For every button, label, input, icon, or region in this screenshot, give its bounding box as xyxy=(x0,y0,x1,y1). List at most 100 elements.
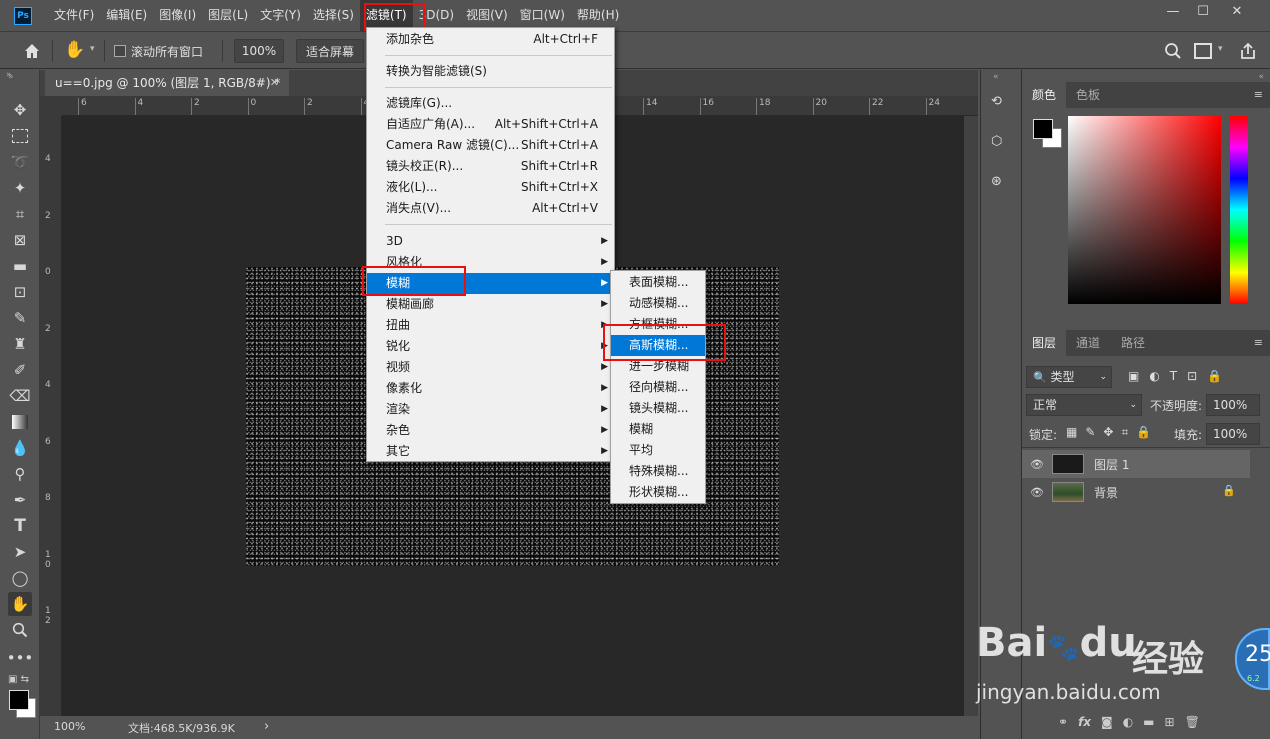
menu-motion-blur[interactable]: 动感模糊... xyxy=(611,293,705,314)
tab-paths[interactable]: 路径 xyxy=(1111,330,1155,356)
eraser-tool-icon[interactable]: ⌫ xyxy=(8,384,32,408)
panel-menu-icon[interactable]: ≡ xyxy=(1254,336,1263,349)
opacity-field[interactable]: 100% xyxy=(1206,394,1260,416)
hue-slider[interactable] xyxy=(1230,116,1248,304)
tab-layers[interactable]: 图层 xyxy=(1022,330,1067,356)
menu-blur-gallery[interactable]: 模糊画廊 ▶ xyxy=(367,294,614,315)
more-tools-icon[interactable]: ••• xyxy=(7,646,34,670)
menu-simple-blur[interactable]: 模糊 xyxy=(611,419,705,440)
hand-tool-icon[interactable]: ✋ xyxy=(8,592,32,616)
menu-add-noise[interactable]: 添加杂色 Alt+Ctrl+F xyxy=(367,29,614,50)
menu-distort[interactable]: 扭曲 ▶ xyxy=(367,315,614,336)
menu-lens-blur[interactable]: 镜头模糊... xyxy=(611,398,705,419)
menu-adaptive-wide-angle[interactable]: 自适应广角(A)... Alt+Shift+Ctrl+A xyxy=(367,114,614,135)
chevron-down-icon[interactable]: ▾ xyxy=(1218,44,1223,54)
menu-3d[interactable]: 3D ▶ xyxy=(367,231,614,252)
foreground-color-swatch[interactable] xyxy=(9,690,29,710)
type-tool-icon[interactable]: T xyxy=(8,514,32,538)
workspace-icon[interactable] xyxy=(1194,43,1212,59)
3d-panel-icon[interactable]: ⬡ xyxy=(991,134,1013,154)
menu-convert-smart-filter[interactable]: 转换为智能滤镜(S) xyxy=(367,61,614,82)
menu-noise[interactable]: 杂色 ▶ xyxy=(367,420,614,441)
zoom-100-button[interactable]: 100% xyxy=(234,39,284,63)
menu-filter-gallery[interactable]: 滤镜库(G)... xyxy=(367,93,614,114)
move-tool-icon[interactable]: ✥ xyxy=(8,98,32,122)
blur-tool-icon[interactable]: 💧 xyxy=(8,436,32,460)
delete-layer-icon[interactable]: 🗑 xyxy=(1185,715,1200,729)
layer-filter-kind-select[interactable]: 🔍 类型 ⌄ xyxy=(1026,366,1112,388)
tab-color[interactable]: 颜色 xyxy=(1022,82,1067,108)
hand-tool-preset-icon[interactable]: ✋ xyxy=(64,40,86,62)
menu-render[interactable]: 渲染 ▶ xyxy=(367,399,614,420)
menu-sharpen[interactable]: 锐化 ▶ xyxy=(367,336,614,357)
adjustments-panel-icon[interactable]: ⊛ xyxy=(991,174,1013,194)
foreground-color-chip[interactable] xyxy=(1033,119,1053,139)
lasso-tool-icon[interactable]: ➰ xyxy=(8,150,32,174)
eye-icon[interactable]: 👁 xyxy=(1022,486,1052,499)
close-window-button[interactable]: ✕ xyxy=(1220,0,1254,22)
menu-surface-blur[interactable]: 表面模糊... xyxy=(611,272,705,293)
zoom-tool-icon[interactable] xyxy=(8,618,32,642)
link-layers-icon[interactable]: ⚭ xyxy=(1058,715,1068,729)
menu-type[interactable]: 文字(Y) xyxy=(254,0,307,31)
clone-stamp-tool-icon[interactable]: ♜ xyxy=(8,332,32,356)
menu-shape-blur[interactable]: 形状模糊... xyxy=(611,482,705,503)
collapse-icon[interactable]: » xyxy=(6,70,12,80)
menu-camera-raw[interactable]: Camera Raw 滤镜(C)... Shift+Ctrl+A xyxy=(367,135,614,156)
layer-filter-icons[interactable]: ▣◐T⊡🔒 xyxy=(1128,369,1232,383)
menu-average[interactable]: 平均 xyxy=(611,440,705,461)
menu-image[interactable]: 图像(I) xyxy=(153,0,202,31)
history-panel-icon[interactable]: ⟲ xyxy=(991,94,1013,114)
menu-pixelate[interactable]: 像素化 ▶ xyxy=(367,378,614,399)
new-group-icon[interactable]: ▬ xyxy=(1143,715,1154,729)
layer-row-background[interactable]: 👁 背景 🔒 xyxy=(1022,478,1250,506)
status-menu-arrow[interactable]: › xyxy=(264,719,269,734)
maximize-button[interactable]: ☐ xyxy=(1186,0,1220,22)
fill-field[interactable]: 100% xyxy=(1206,423,1260,445)
menu-vanishing-point[interactable]: 消失点(V)... Alt+Ctrl+V xyxy=(367,198,614,219)
lock-icons[interactable]: ▦✎✥⌗🔒 xyxy=(1066,425,1159,440)
menu-other[interactable]: 其它 ▶ xyxy=(367,441,614,462)
chevron-down-icon[interactable]: ▾ xyxy=(90,44,95,54)
healing-brush-tool-icon[interactable]: ⊡ xyxy=(8,280,32,304)
pen-tool-icon[interactable]: ✒ xyxy=(8,488,32,512)
menu-radial-blur[interactable]: 径向模糊... xyxy=(611,377,705,398)
eye-icon[interactable]: 👁 xyxy=(1022,458,1052,471)
brush-tool-icon[interactable]: ✎ xyxy=(8,306,32,330)
menu-file[interactable]: 文件(F) xyxy=(48,0,100,31)
layer-row-layer1[interactable]: 👁 图层 1 xyxy=(1022,450,1250,478)
menu-liquify[interactable]: 液化(L)... Shift+Ctrl+X xyxy=(367,177,614,198)
tab-channels[interactable]: 通道 xyxy=(1066,330,1110,356)
ruler-tool-icon[interactable]: ▬ xyxy=(8,254,32,278)
menu-layer[interactable]: 图层(L) xyxy=(202,0,254,31)
default-colors-icon[interactable]: ▣ ⇆ xyxy=(8,674,29,685)
ellipse-tool-icon[interactable]: ◯ xyxy=(8,566,32,590)
expand-panels-icon[interactable]: « xyxy=(993,72,999,82)
menu-smart-blur[interactable]: 特殊模糊... xyxy=(611,461,705,482)
crop-tool-icon[interactable]: ⌗ xyxy=(8,202,32,226)
adjustment-layer-icon[interactable]: ◐ xyxy=(1123,715,1133,729)
blend-mode-select[interactable]: 正常 ⌄ xyxy=(1026,394,1142,416)
home-icon[interactable] xyxy=(22,41,42,61)
magic-wand-tool-icon[interactable]: ✦ xyxy=(8,176,32,200)
scroll-all-windows-checkbox[interactable] xyxy=(114,45,126,57)
new-layer-icon[interactable]: ⊞ xyxy=(1165,715,1175,729)
frame-tool-icon[interactable]: ⊠ xyxy=(8,228,32,252)
add-mask-icon[interactable]: ◙ xyxy=(1101,715,1113,729)
color-field[interactable] xyxy=(1068,116,1221,304)
marquee-tool-icon[interactable] xyxy=(8,124,32,148)
fx-icon[interactable]: fx xyxy=(1078,715,1091,729)
fit-screen-button[interactable]: 适合屏幕 xyxy=(296,39,364,63)
gradient-tool-icon[interactable] xyxy=(8,410,32,434)
menu-select[interactable]: 选择(S) xyxy=(307,0,360,31)
tab-swatches[interactable]: 色板 xyxy=(1066,82,1110,108)
dodge-tool-icon[interactable]: ⚲ xyxy=(8,462,32,486)
menu-edit[interactable]: 编辑(E) xyxy=(100,0,153,31)
share-icon[interactable] xyxy=(1238,41,1258,61)
menu-lens-correction[interactable]: 镜头校正(R)... Shift+Ctrl+R xyxy=(367,156,614,177)
search-icon[interactable] xyxy=(1164,42,1182,60)
minimize-button[interactable]: — xyxy=(1156,0,1190,22)
status-zoom[interactable]: 100% xyxy=(54,720,85,733)
collapse-panels-icon[interactable]: « xyxy=(1258,72,1264,82)
panel-menu-icon[interactable]: ≡ xyxy=(1254,88,1263,101)
